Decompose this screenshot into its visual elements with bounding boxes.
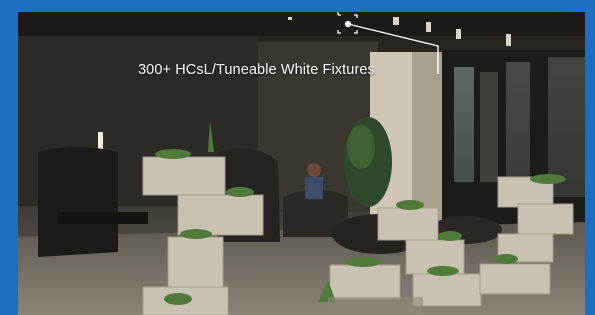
lounge-chair-left — [38, 147, 118, 257]
window-1 — [454, 67, 474, 182]
photo-frame: 300+ HCsL/Tuneable White Fixtures — [0, 0, 595, 315]
office-lounge-photo: 300+ HCsL/Tuneable White Fixtures — [18, 12, 585, 315]
glass-table — [328, 297, 423, 315]
fixture-caption: 300+ HCsL/Tuneable White Fixtures — [138, 62, 375, 78]
person — [307, 163, 321, 177]
scene-illustration — [18, 12, 585, 315]
window-2 — [506, 62, 530, 187]
ceiling — [18, 12, 585, 36]
